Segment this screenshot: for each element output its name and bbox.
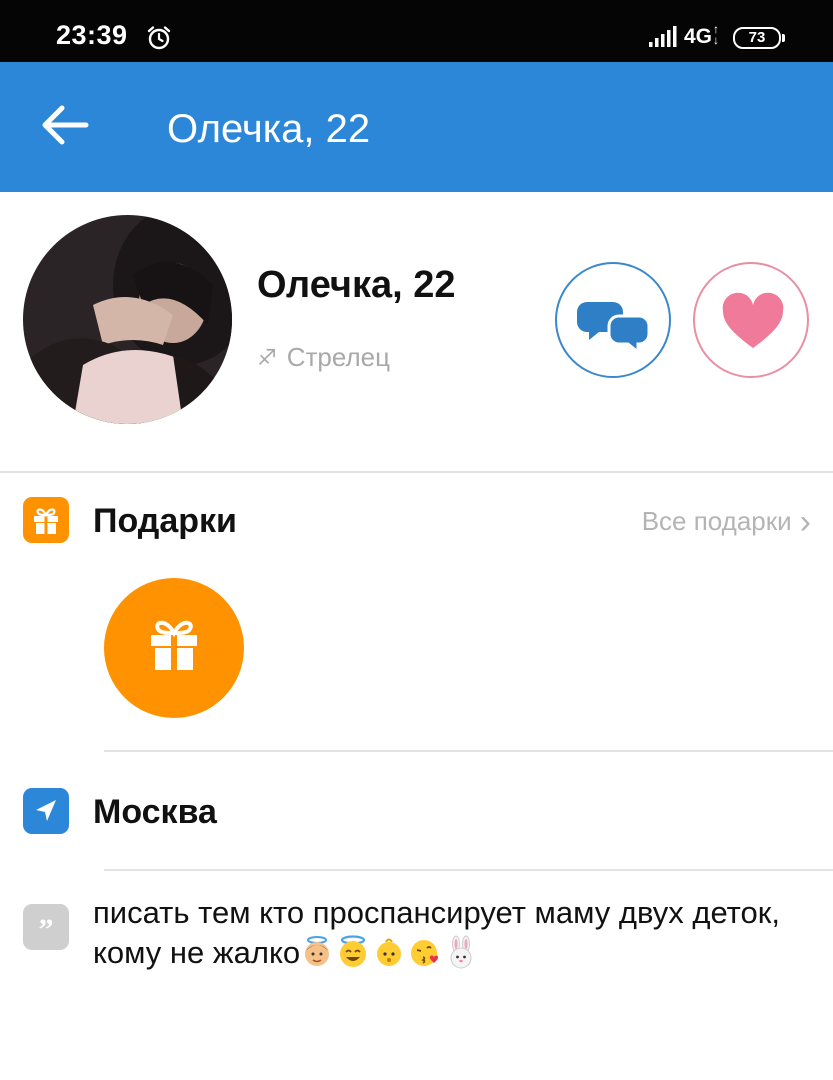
arrow-left-icon[interactable]	[36, 100, 94, 150]
battery-indicator: 73	[733, 27, 785, 49]
alarm-icon	[147, 26, 171, 50]
like-button[interactable]	[693, 262, 809, 378]
chevron-right-icon: ›	[799, 502, 811, 541]
angel-boy-emoji	[300, 935, 334, 969]
status-time: 23:39	[56, 20, 128, 50]
zodiac-row: ♐ Стрелец	[257, 342, 390, 373]
divider	[104, 869, 833, 871]
heart-icon	[722, 292, 784, 348]
all-gifts-link[interactable]: Все подарки ›	[641, 502, 811, 541]
svg-text:”: ”	[39, 913, 54, 946]
chat-button[interactable]	[555, 262, 671, 378]
profile-name: Олечка, 22	[257, 264, 456, 306]
quote-icon: ”	[23, 904, 69, 950]
battery-level: 73	[748, 29, 766, 46]
gift-icon	[151, 620, 197, 670]
gift-icon	[23, 497, 69, 543]
baby-emoji	[372, 935, 406, 969]
chat-bubbles-icon	[577, 302, 651, 356]
all-gifts-label: Все подарки	[641, 506, 792, 536]
status-bar: 23:39 4G ↑ ↓ 73	[0, 0, 833, 62]
sagittarius-icon: ♐	[257, 344, 277, 370]
avatar[interactable]	[23, 215, 232, 424]
smiling-halo-emoji	[336, 935, 370, 969]
gift-item[interactable]	[104, 578, 244, 718]
divider	[0, 471, 833, 473]
kiss-emoji	[408, 935, 442, 969]
divider	[104, 750, 833, 752]
status-message: писать тем кто проспансирует маму двух д…	[93, 893, 793, 973]
zodiac-label: Стрелец	[286, 342, 390, 372]
page-title: Олечка, 22	[167, 107, 371, 151]
location-arrow-icon	[23, 788, 69, 834]
signal-icon	[649, 26, 677, 47]
gifts-title: Подарки	[93, 502, 237, 540]
rabbit-emoji	[444, 935, 478, 969]
location-city: Москва	[93, 793, 217, 831]
data-arrows-icon: ↑ ↓	[713, 22, 719, 47]
profile-header: Олечка, 22 ♐ Стрелец	[0, 192, 833, 472]
network-label: 4G	[684, 25, 713, 48]
app-bar: Олечка, 22	[0, 62, 833, 192]
